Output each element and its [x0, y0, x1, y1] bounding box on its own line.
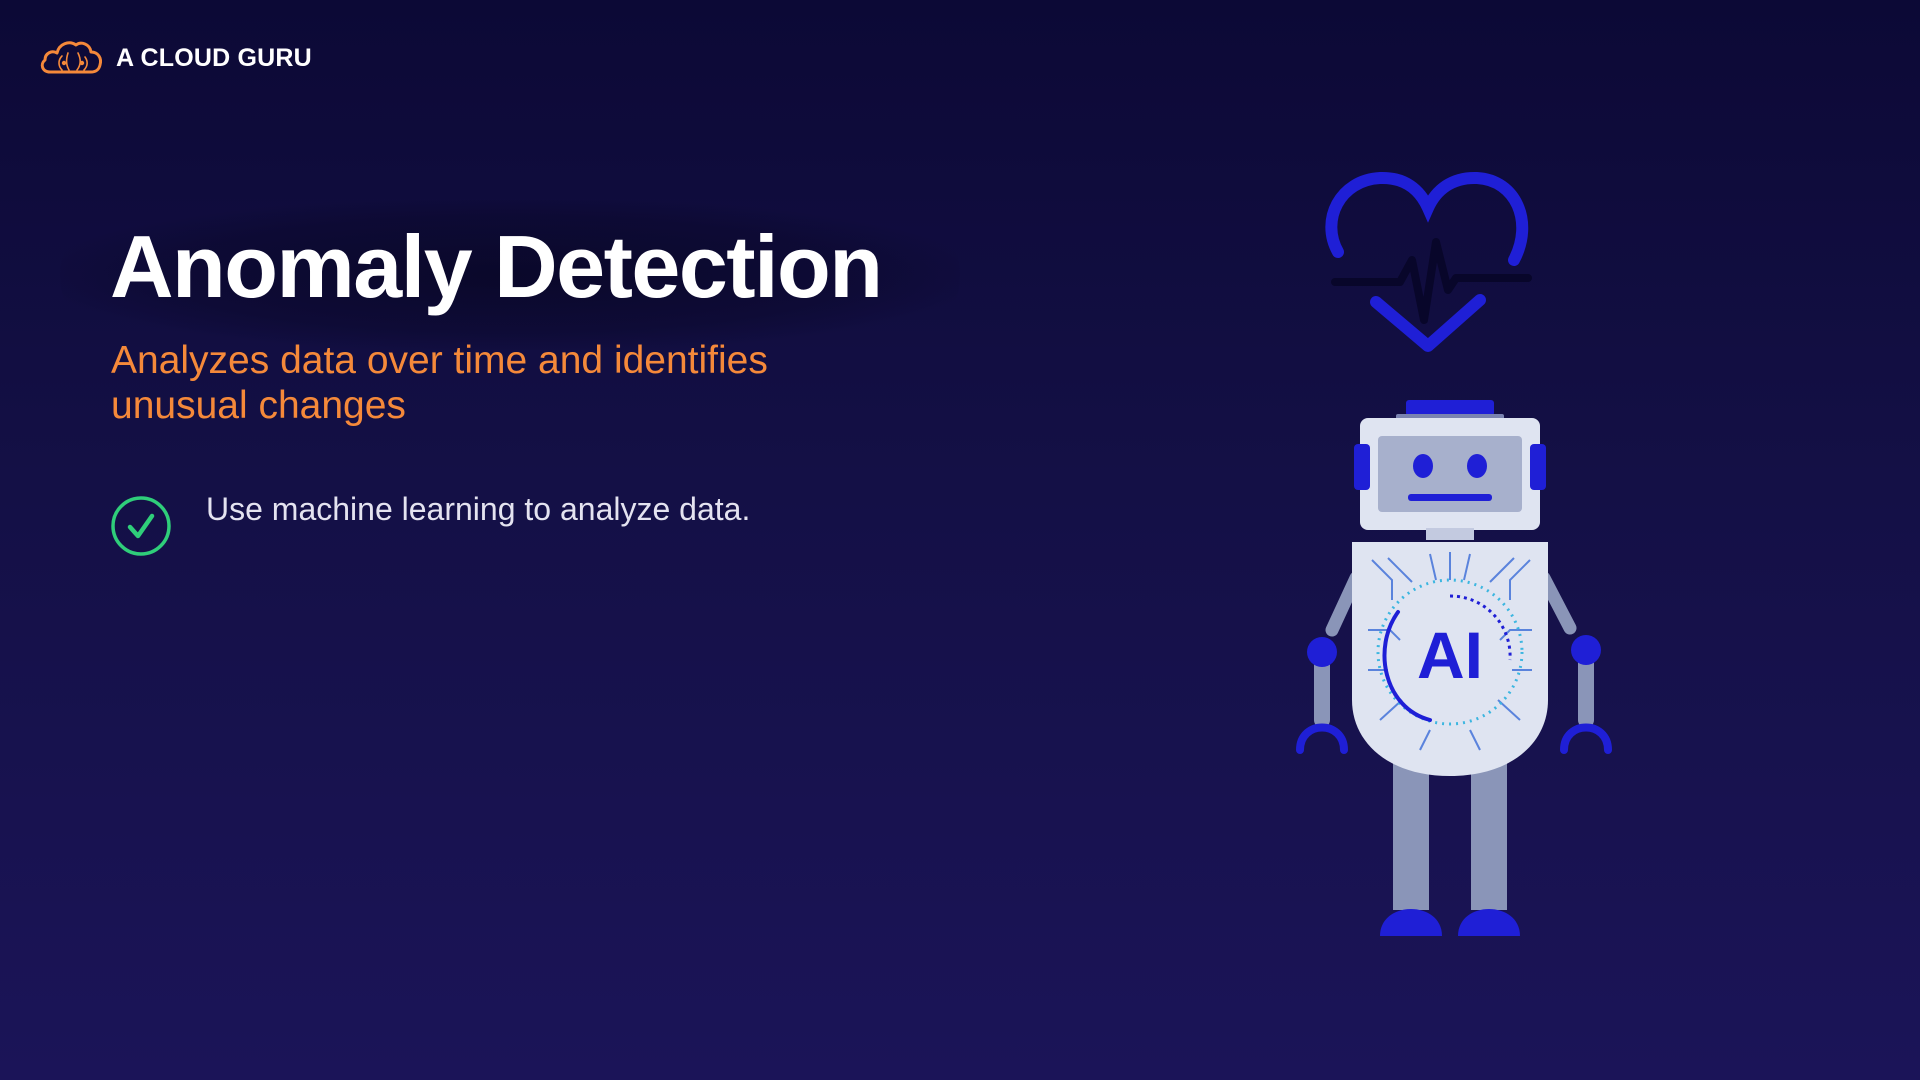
heartbeat-icon [1325, 171, 1532, 352]
brand-logo: A CLOUD GURU [38, 36, 312, 80]
robot-illustration: AI [1280, 160, 1660, 960]
check-circle-icon [111, 496, 171, 556]
slide-title: Anomaly Detection [110, 217, 883, 316]
brand-name: A CLOUD GURU [116, 43, 312, 72]
slide: A CLOUD GURU Anomaly Detection Analyzes … [0, 0, 1920, 1080]
slide-subtitle: Analyzes data over time and identifies u… [111, 339, 768, 427]
bullet-text: Use machine learning to analyze data. [206, 491, 751, 527]
robot-chest-label: AI [1417, 618, 1483, 692]
robot-icon: AI [1296, 400, 1612, 936]
bullet-item: Use machine learning to analyze data. [110, 488, 766, 557]
cloud-logo-icon [40, 41, 102, 74]
